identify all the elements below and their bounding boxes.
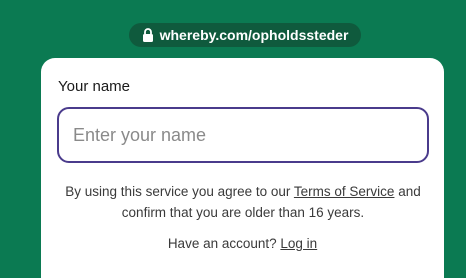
account-prompt: Have an account? (167, 236, 281, 251)
url-bar: whereby.com/opholdssteder (129, 23, 361, 47)
login-link[interactable]: Log in (280, 236, 317, 251)
url-text: whereby.com/opholdssteder (159, 27, 349, 43)
page: whereby.com/opholdssteder Your name By u… (0, 0, 466, 278)
lock-icon (142, 28, 153, 42)
name-label: Your name (58, 78, 130, 95)
join-card: Your name By using this service you agre… (41, 58, 444, 278)
terms-of-service-link[interactable]: Terms of Service (294, 184, 395, 199)
terms-text: By using this service you agree to our T… (55, 181, 431, 223)
name-input[interactable] (57, 107, 429, 163)
account-row: Have an account? Log in (41, 236, 444, 251)
terms-prefix: By using this service you agree to our (65, 184, 294, 199)
